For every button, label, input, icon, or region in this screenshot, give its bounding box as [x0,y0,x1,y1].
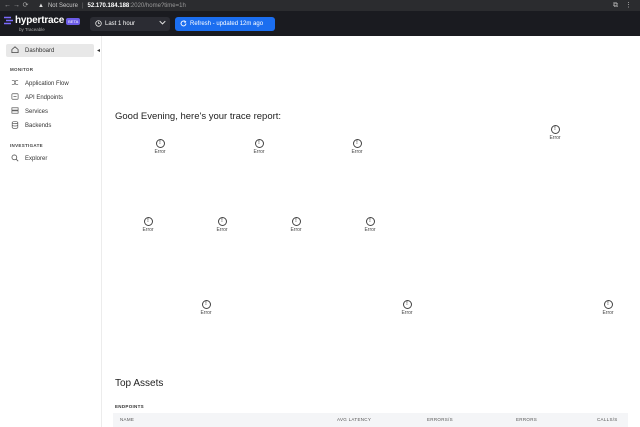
error-widget: ! Error [247,139,271,155]
logo-subtitle: by Traceable [19,27,45,32]
sidebar-item-explorer[interactable]: Explorer [6,152,94,165]
error-label: Error [290,227,302,233]
column-header-calls-per-sec[interactable]: CALLS/S [597,417,618,422]
error-widget: ! Error [345,139,369,155]
error-widget: ! Error [596,300,620,316]
reload-icon[interactable]: ⟳ [21,0,30,11]
top-assets-heading: Top Assets [115,378,164,389]
error-widget: ! Error [543,125,567,141]
error-icon: ! [365,217,375,226]
logo-text: hypertrace [15,15,65,26]
error-icon: ! [352,139,362,148]
error-icon: ! [254,139,264,148]
error-label: Error [401,310,413,316]
application-flow-icon [10,79,20,88]
extension-icon[interactable]: ⧉ [613,1,618,10]
error-label: Error [200,310,212,316]
error-icon: ! [402,300,412,309]
sidebar-item-label: Backends [25,122,52,129]
sidebar: Dashboard MONITOR Application Flow API E… [0,36,102,427]
clock-icon [93,19,103,29]
error-widget: ! Error [148,139,172,155]
sidebar-item-backends[interactable]: Backends [6,119,94,132]
monitor-section-label: MONITOR [10,67,34,72]
sidebar-item-dashboard[interactable]: Dashboard [6,44,94,57]
sidebar-item-label: Application Flow [25,80,69,87]
services-icon [10,107,20,116]
database-icon [10,120,20,131]
app-header: hypertrace BETA by Traceable Last 1 hour… [0,11,640,36]
error-icon: ! [201,300,211,309]
error-icon: ! [550,125,560,134]
url-separator: | [81,2,84,9]
sidebar-collapse-icon[interactable]: ◂ [97,47,100,54]
error-widget: ! Error [395,300,419,316]
browser-menu-icon[interactable]: ⋮ [625,0,632,11]
sidebar-item-api-endpoints[interactable]: API Endpoints [6,91,94,104]
error-widget: ! Error [194,300,218,316]
time-range-value: Last 1 hour [105,21,136,27]
error-label: Error [364,227,376,233]
error-widget: ! Error [284,217,308,233]
error-label: Error [351,149,363,155]
api-endpoints-icon [10,93,20,102]
beta-badge: BETA [66,18,81,25]
error-widget: ! Error [358,217,382,233]
error-label: Error [142,227,154,233]
home-icon [10,46,20,55]
error-widget: ! Error [136,217,160,233]
back-icon[interactable]: ← [3,0,12,11]
refresh-label: Refresh - updated 12m ago [190,21,264,27]
endpoints-label: ENDPOINTS [115,404,144,409]
refresh-button[interactable]: Refresh - updated 12m ago [175,17,275,31]
error-icon: ! [155,139,165,148]
sidebar-item-label: API Endpoints [25,94,64,101]
sidebar-item-label: Services [25,108,49,115]
refresh-icon [180,19,187,29]
error-label: Error [154,149,166,155]
not-secure-label: Not Secure [47,2,78,9]
page-greeting: Good Evening, here's your trace report: [115,111,282,122]
error-icon: ! [603,300,613,309]
sidebar-item-application-flow[interactable]: Application Flow [6,77,94,90]
logo-mark-icon [4,16,13,25]
sidebar-item-label: Dashboard [25,47,55,54]
time-range-select[interactable]: Last 1 hour [90,17,170,31]
error-widget: ! Error [210,217,234,233]
error-icon: ! [143,217,153,226]
error-label: Error [549,135,561,141]
error-label: Error [253,149,265,155]
hypertrace-logo[interactable]: hypertrace BETA by Traceable [4,15,81,32]
search-icon [10,154,20,164]
column-header-errors-per-sec[interactable]: ERRORS/S [427,417,453,422]
error-icon: ! [217,217,227,226]
address-bar[interactable]: ▲ Not Secure | 52.170.184.188:2020/home?… [38,3,186,9]
error-label: Error [216,227,228,233]
column-header-errors[interactable]: ERRORS [516,417,537,422]
investigate-section-label: INVESTIGATE [10,143,43,148]
sidebar-item-services[interactable]: Services [6,105,94,118]
column-header-name[interactable]: NAME [120,417,134,422]
error-icon: ! [291,217,301,226]
column-header-avg-latency[interactable]: AVG LATENCY [337,417,371,422]
warning-icon: ▲ [38,2,44,9]
endpoints-table-header: NAME AVG LATENCY ERRORS/S ERRORS CALLS/S [113,413,628,427]
browser-toolbar: ← → ⟳ ▲ Not Secure | 52.170.184.188:2020… [0,0,640,11]
url-host: 52.170.184.188 [87,2,130,9]
forward-icon[interactable]: → [12,0,21,11]
sidebar-item-label: Explorer [25,155,48,162]
url-path: :2020/home?time=1h [129,2,186,9]
chevron-down-icon [159,17,166,31]
error-label: Error [602,310,614,316]
